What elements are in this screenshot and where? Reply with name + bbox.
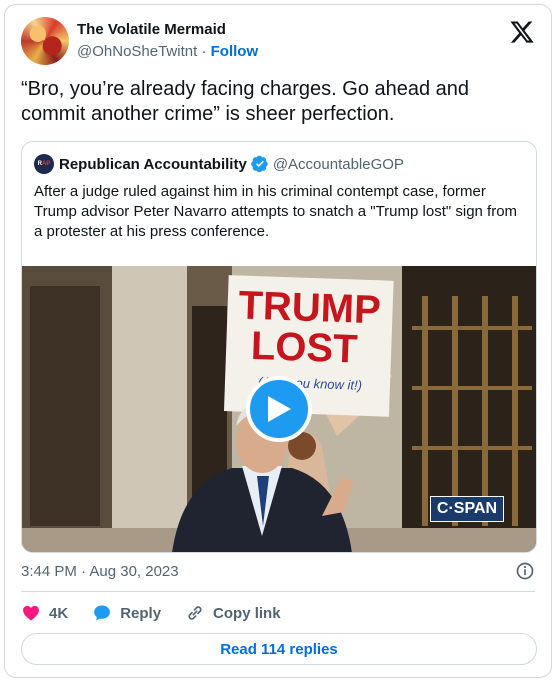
sign-text-line2: LOST bbox=[250, 324, 358, 372]
tweet-header: The Volatile Mermaid @OhNoSheTwitnt · Fo… bbox=[21, 17, 535, 65]
reply-bubble-icon bbox=[94, 605, 111, 621]
verified-badge-icon bbox=[250, 155, 268, 173]
info-icon[interactable] bbox=[515, 561, 535, 581]
quoted-tweet-header: R AP Republican Accountability @Accountab… bbox=[34, 154, 524, 174]
like-button[interactable]: 4K bbox=[21, 603, 68, 623]
copy-link-label: Copy link bbox=[213, 604, 281, 622]
cspan-watermark: C·SPAN bbox=[430, 496, 504, 522]
heart-icon bbox=[23, 605, 39, 621]
quoted-author-avatar[interactable]: R AP bbox=[34, 154, 54, 174]
tweet-text: “Bro, you’re already facing charges. Go … bbox=[21, 78, 470, 125]
quoted-tweet[interactable]: R AP Republican Accountability @Accountab… bbox=[21, 141, 537, 553]
x-logo-icon[interactable] bbox=[509, 19, 535, 45]
quoted-author-handle[interactable]: @AccountableGOP bbox=[273, 156, 404, 173]
quoted-avatar-letters: AP bbox=[42, 161, 51, 167]
quoted-tweet-text: After a judge ruled against him in his c… bbox=[34, 183, 518, 240]
copy-link-button[interactable]: Copy link bbox=[185, 603, 281, 623]
author-avatar[interactable] bbox=[21, 17, 69, 65]
follow-link[interactable]: Follow bbox=[211, 43, 259, 60]
author-handle-line: @OhNoSheTwitnt · Follow bbox=[77, 43, 258, 60]
separator-dot: · bbox=[201, 43, 207, 60]
author-handle[interactable]: @OhNoSheTwitnt bbox=[77, 43, 197, 60]
play-button[interactable] bbox=[246, 376, 312, 442]
divider bbox=[21, 591, 535, 592]
quoted-video[interactable]: TRUMP LOST (And you know it!) C·SPAN bbox=[22, 266, 536, 552]
reply-label: Reply bbox=[120, 604, 162, 622]
quoted-author-name[interactable]: Republican Accountability bbox=[59, 156, 247, 173]
read-replies-button[interactable]: Read 114 replies bbox=[21, 633, 537, 665]
tweet-actions: 4K Reply Copy link bbox=[21, 599, 305, 627]
author-name[interactable]: The Volatile Mermaid bbox=[77, 21, 226, 38]
tweet-timestamp[interactable]: 3:44 PM · Aug 30, 2023 bbox=[21, 563, 179, 580]
link-icon bbox=[188, 606, 202, 620]
reply-button[interactable]: Reply bbox=[92, 603, 161, 623]
embedded-tweet-card: The Volatile Mermaid @OhNoSheTwitnt · Fo… bbox=[4, 4, 552, 678]
like-count: 4K bbox=[49, 604, 69, 622]
play-icon bbox=[268, 396, 291, 422]
